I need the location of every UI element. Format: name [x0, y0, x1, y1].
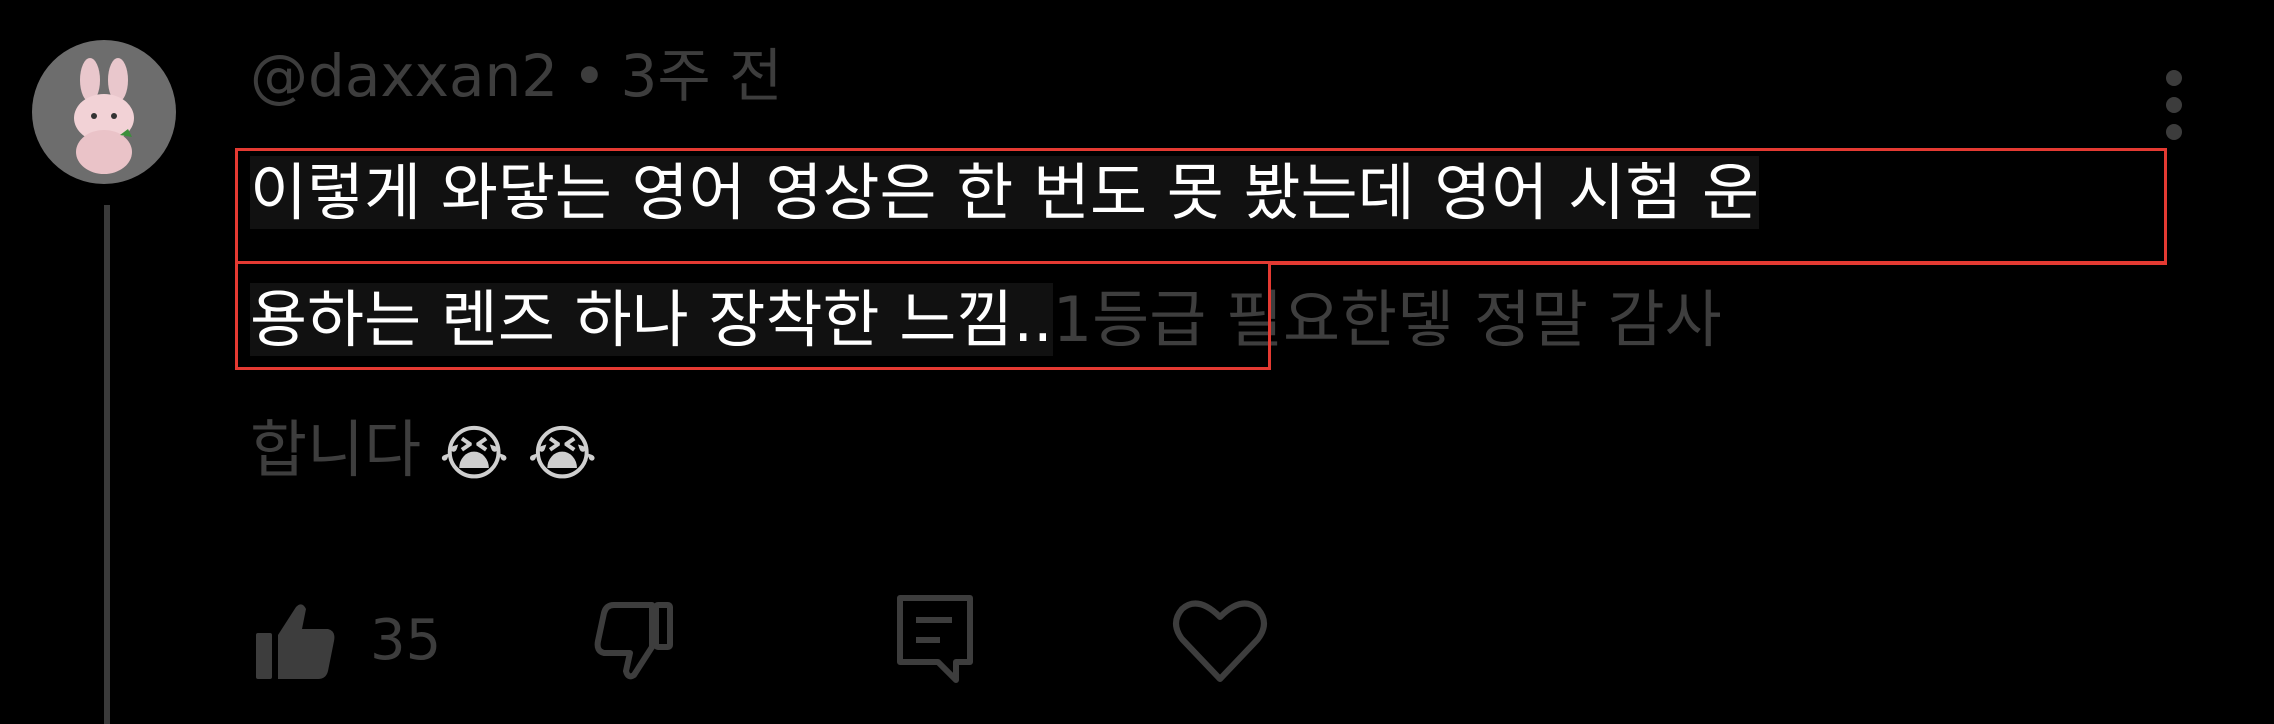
heart-button[interactable]: [1170, 590, 1270, 690]
kebab-menu-icon[interactable]: [2160, 70, 2188, 140]
highlight-box-step-side: [1268, 262, 1271, 370]
heart-icon: [1173, 600, 1267, 682]
username[interactable]: @daxxan2: [250, 42, 558, 110]
thumbs-up-icon: [256, 604, 335, 679]
thumbs-down-icon: [594, 602, 673, 680]
meta-separator: •: [572, 42, 607, 110]
comment-actions: 35: [250, 590, 1350, 690]
reply-button[interactable]: [890, 590, 980, 690]
highlight-box-bottom: [235, 262, 1271, 370]
avatar[interactable]: [32, 40, 176, 184]
highlight-box-step-top: [1268, 262, 2167, 265]
crying-emoji: 😭: [439, 418, 510, 489]
like-count: 35: [370, 607, 442, 673]
like-button[interactable]: 35: [250, 590, 441, 690]
bunny-avatar-icon: [74, 58, 134, 174]
timestamp[interactable]: 3주 전: [620, 42, 782, 110]
comment-meta: @daxxan2 • 3주 전: [250, 36, 783, 116]
reply-icon: [897, 595, 973, 683]
dislike-button[interactable]: [590, 590, 680, 690]
comment-line-3: 합니다 😭 😭: [250, 395, 597, 505]
thread-line: [104, 205, 110, 724]
highlight-box-top: [235, 148, 2167, 264]
dim-text-3: 합니다: [250, 413, 422, 486]
crying-emoji: 😭: [527, 418, 598, 489]
